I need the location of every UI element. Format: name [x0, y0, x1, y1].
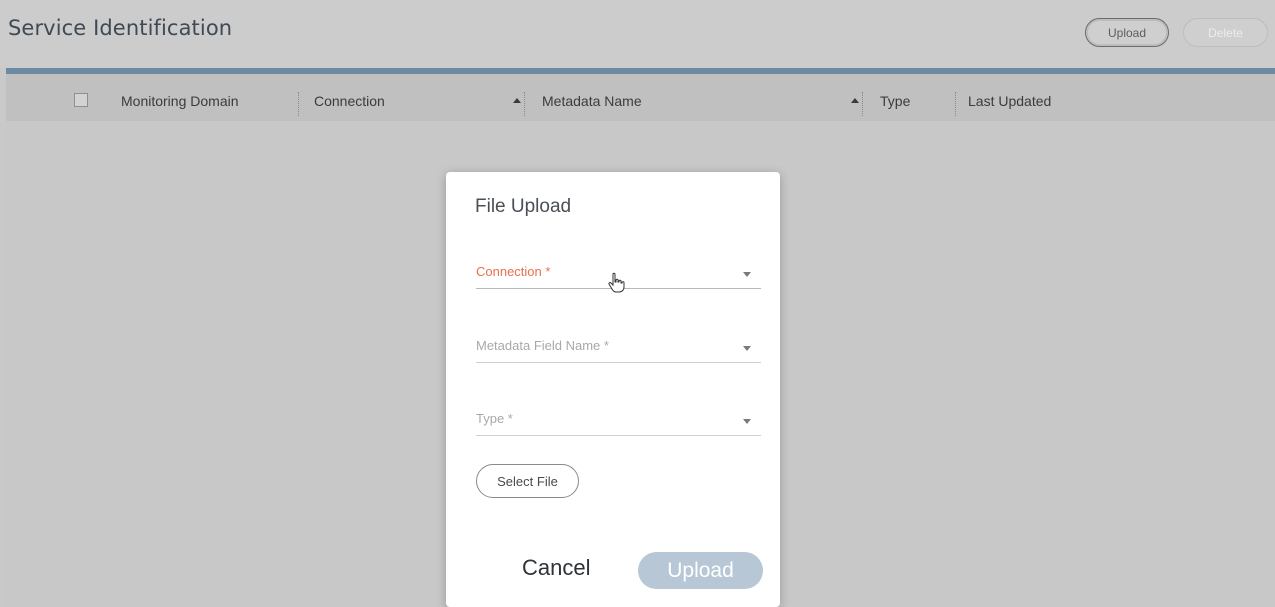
column-separator[interactable] — [524, 92, 525, 116]
page-title: Service Identification — [8, 16, 233, 40]
type-label: Type * — [476, 411, 513, 426]
select-all-checkbox[interactable] — [74, 93, 88, 107]
delete-button[interactable]: Delete — [1183, 18, 1268, 47]
type-dropdown[interactable]: Type * — [476, 405, 761, 436]
hand-pointer-icon — [608, 272, 625, 293]
column-header-last-updated[interactable]: Last Updated — [968, 93, 1051, 109]
dialog-title: File Upload — [475, 196, 572, 217]
sort-asc-icon[interactable] — [513, 98, 521, 103]
column-header-connection[interactable]: Connection — [314, 93, 385, 109]
column-header-monitoring-domain[interactable]: Monitoring Domain — [121, 93, 239, 109]
page: Service Identification Upload Delete Mon… — [0, 0, 1275, 607]
select-file-button[interactable]: Select File — [476, 464, 579, 498]
file-upload-dialog: File Upload Connection * Metadata Field … — [446, 172, 780, 607]
page-header: Service Identification Upload Delete — [0, 0, 1275, 68]
dialog-upload-button[interactable]: Upload — [638, 552, 763, 589]
metadata-field-name-label: Metadata Field Name * — [476, 338, 609, 353]
column-header-metadata-name[interactable]: Metadata Name — [542, 93, 642, 109]
sort-asc-icon[interactable] — [851, 98, 859, 103]
column-separator[interactable] — [298, 92, 299, 116]
column-separator[interactable] — [955, 92, 956, 116]
column-separator[interactable] — [862, 92, 863, 116]
upload-button[interactable]: Upload — [1085, 18, 1169, 47]
table-header: Monitoring Domain Connection Metadata Na… — [6, 74, 1275, 121]
connection-label: Connection * — [476, 264, 551, 279]
caret-down-icon — [743, 346, 751, 351]
metadata-field-name-dropdown[interactable]: Metadata Field Name * — [476, 332, 761, 363]
caret-down-icon — [743, 272, 751, 277]
column-header-type[interactable]: Type — [880, 93, 910, 109]
cancel-button[interactable]: Cancel — [522, 555, 590, 581]
caret-down-icon — [743, 419, 751, 424]
